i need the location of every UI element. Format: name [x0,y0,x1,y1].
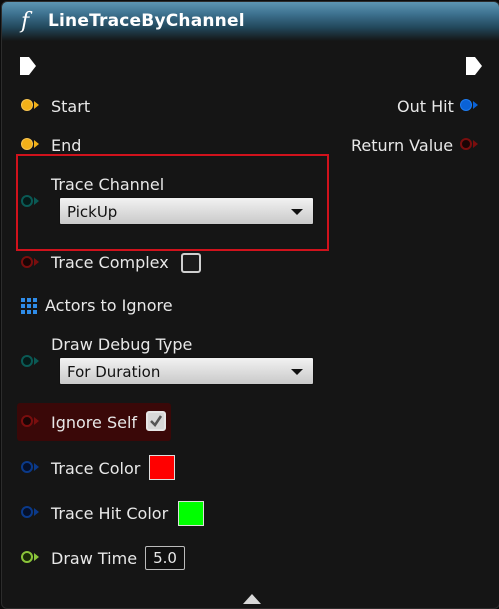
start-label: Start [51,97,91,116]
end-pin-arrow-icon [34,140,39,148]
draw-time-pin-arrow-icon [34,553,39,561]
draw-debug-type-pin-arrow-icon [34,357,39,365]
return-value-pin-arrow-icon [473,140,478,148]
draw-debug-type-label: Draw Debug Type [51,335,193,354]
trace-hit-color-label: Trace Hit Color [51,504,169,523]
trace-channel-pin-arrow-icon [34,197,39,205]
array-pin-icon[interactable] [21,298,37,314]
ignore-self-pin-arrow-icon [34,417,39,425]
return-value-pin-icon[interactable] [460,138,472,150]
trace-hit-color-swatch[interactable] [178,501,204,526]
draw-debug-type-value: For Duration [67,363,161,381]
trace-channel-value: PickUp [67,203,118,221]
trace-hit-color-pin-icon[interactable] [21,506,33,518]
collapse-arrow-icon[interactable] [243,594,261,604]
ignore-self-label: Ignore Self [51,413,138,432]
trace-complex-pin-icon[interactable] [21,256,33,268]
draw-time-label: Draw Time [51,549,138,568]
ignore-self-pin-icon[interactable] [21,415,33,427]
ignore-self-checkbox[interactable] [146,411,166,431]
node-header[interactable]: f LineTraceByChannel [2,2,499,41]
trace-complex-checkbox[interactable] [181,253,201,273]
start-pin-icon[interactable] [21,99,33,111]
trace-color-pin-icon[interactable] [21,461,33,473]
draw-time-input[interactable]: 5.0 [145,546,185,570]
draw-time-pin-icon[interactable] [21,551,33,563]
trace-color-swatch[interactable] [149,455,175,480]
out-hit-label: Out Hit [397,97,454,116]
draw-debug-type-pin-icon[interactable] [21,355,33,367]
trace-channel-dropdown[interactable]: PickUp [59,197,314,225]
exec-in-pin-icon[interactable] [19,56,37,76]
draw-debug-type-dropdown[interactable]: For Duration [59,357,314,385]
node-title: LineTraceByChannel [48,11,245,31]
start-pin-arrow-icon [34,101,39,109]
return-value-label: Return Value [351,136,454,155]
checkmark-icon [150,415,163,427]
out-hit-pin-icon[interactable] [460,99,472,111]
chevron-down-icon [291,209,303,215]
function-icon: f [21,9,30,34]
exec-out-pin-icon[interactable] [465,56,483,76]
out-hit-pin-arrow-icon [473,101,478,109]
trace-complex-pin-arrow-icon [34,258,39,266]
trace-hit-color-pin-arrow-icon [34,508,39,516]
trace-color-label: Trace Color [51,459,141,478]
actors-to-ignore-label: Actors to Ignore [45,296,173,315]
end-pin-icon[interactable] [21,138,33,150]
chevron-down-icon [291,369,303,375]
line-trace-node[interactable]: f LineTraceByChannel Start Out Hit End R… [1,1,499,609]
trace-color-pin-arrow-icon [34,463,39,471]
trace-complex-label: Trace Complex [51,253,169,272]
end-label: End [51,136,82,155]
trace-channel-label: Trace Channel [51,175,165,194]
trace-channel-pin-icon[interactable] [21,195,33,207]
